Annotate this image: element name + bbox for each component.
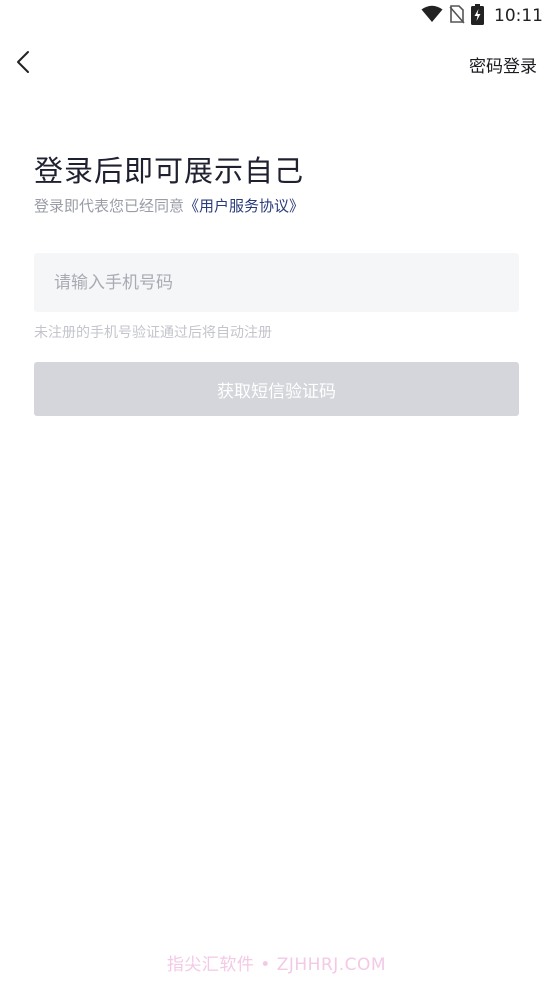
back-button[interactable] [8, 48, 38, 80]
nav-bar: 密码登录 [0, 40, 553, 88]
status-icons: 10:11 [421, 3, 543, 29]
wifi-icon [421, 5, 443, 27]
status-bar: 10:11 [0, 0, 553, 32]
page-title: 登录后即可展示自己 [34, 154, 305, 188]
user-agreement-link[interactable]: 《用户服务协议》 [184, 197, 304, 215]
agreement-prefix: 登录即代表您已经同意 [34, 197, 185, 215]
battery-charging-icon [471, 3, 484, 29]
watermark: 指尖汇软件 • ZJHHRJ.COM [166, 955, 387, 975]
phone-input[interactable] [34, 253, 519, 312]
password-login-link[interactable]: 密码登录 [469, 52, 537, 77]
auto-register-hint: 未注册的手机号验证通过后将自动注册 [34, 325, 272, 341]
no-sim-icon [449, 4, 465, 28]
agreement-text: 登录即代表您已经同意《用户服务协议》 [34, 195, 304, 216]
status-time: 10:11 [494, 6, 543, 26]
chevron-left-icon [16, 50, 30, 78]
get-sms-code-button[interactable]: 获取短信验证码 [34, 362, 519, 416]
